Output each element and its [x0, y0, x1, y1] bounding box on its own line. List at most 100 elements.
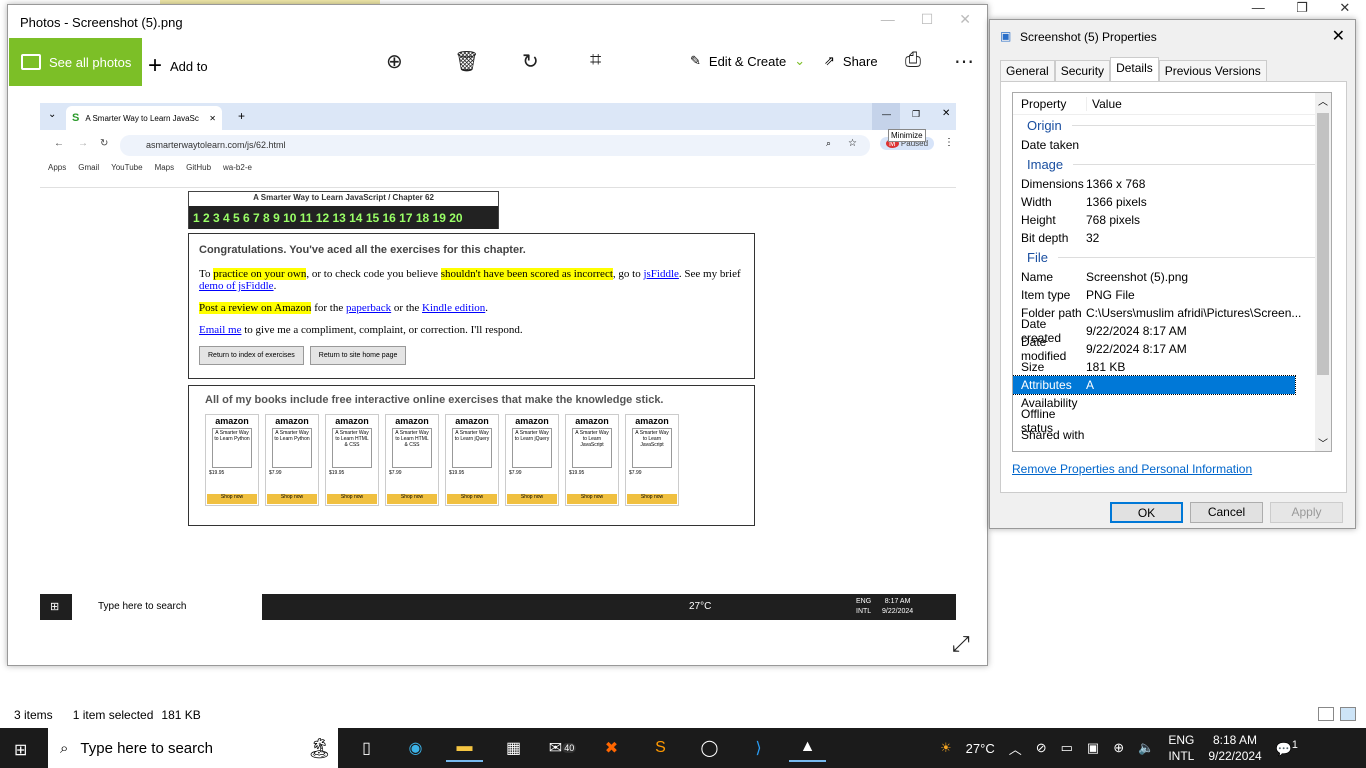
book-price: $19.95: [329, 470, 345, 476]
property-list[interactable]: Property Value Origin Date taken Image D…: [1012, 92, 1332, 452]
scroll-thumb[interactable]: [1317, 113, 1329, 375]
row-bit-depth[interactable]: Bit depth 32: [1013, 229, 1331, 247]
details-pane: Property Value Origin Date taken Image D…: [1000, 81, 1347, 493]
scrollbar[interactable]: ︿ ﹀: [1315, 93, 1331, 451]
globe-icon[interactable]: ⊕: [1113, 740, 1124, 756]
weather-icon[interactable]: ☀: [940, 740, 952, 756]
whatsapp-icon[interactable]: ◯: [691, 734, 728, 762]
crop-icon[interactable]: ⌗: [590, 49, 601, 72]
book-title: A Smarter Way to Learn Python: [212, 428, 252, 468]
tab-general[interactable]: General: [1000, 60, 1055, 82]
lang2: INTL: [856, 608, 872, 615]
row-shared-with[interactable]: Shared with: [1013, 430, 1331, 440]
row-attributes[interactable]: Attributes A: [1013, 375, 1296, 395]
large-icons-view-icon[interactable]: [1340, 707, 1356, 721]
remove-properties-link[interactable]: Remove Properties and Personal Informati…: [1012, 462, 1252, 476]
row-date-modified[interactable]: Date modified 9/22/2024 8:17 AM: [1013, 335, 1331, 363]
task-view-icon[interactable]: ▯: [348, 734, 385, 762]
tab-security[interactable]: Security: [1054, 60, 1111, 82]
print-icon[interactable]: ⎙: [905, 49, 921, 72]
expand-icon[interactable]: ⤢: [952, 631, 970, 657]
book-cover: amazon A Smarter Way to Learn HTML & CSS $…: [325, 414, 379, 506]
clock[interactable]: 8:18 AM 9/22/2024: [1208, 732, 1261, 764]
key: Dimensions: [1021, 177, 1084, 191]
add-to-button[interactable]: + Add to: [148, 52, 208, 80]
language-indicator[interactable]: ENG INTL: [1168, 732, 1194, 764]
close-icon[interactable]: ✕: [1332, 26, 1345, 46]
minimize-icon[interactable]: —: [881, 11, 895, 28]
book-price: $19.95: [209, 470, 225, 476]
share-button[interactable]: ⇗ Share: [824, 53, 878, 69]
tab-title: A Smarter Way to Learn JavaSc: [85, 113, 199, 123]
book-price: $19.95: [569, 470, 585, 476]
row-height[interactable]: Height 768 pixels: [1013, 211, 1331, 229]
mail-icon[interactable]: ✉ 40: [544, 734, 581, 762]
zoom-in-icon[interactable]: ⊕: [386, 49, 403, 74]
taskbar-search[interactable]: ⌕ Type here to search 🏝: [48, 728, 338, 768]
date: 9/22/2024: [882, 608, 914, 615]
row-date-taken[interactable]: Date taken: [1013, 136, 1331, 154]
photos-window: Photos - Screenshot (5).png — ☐ ✕ See al…: [7, 4, 988, 666]
book-title: A Smarter Way to Learn Python: [272, 428, 312, 468]
close-icon[interactable]: ✕: [1339, 0, 1350, 20]
vscode-icon[interactable]: ⟩: [740, 734, 777, 762]
row-dimensions[interactable]: Dimensions 1366 x 768: [1013, 175, 1331, 193]
restore-icon[interactable]: ❐: [1296, 0, 1308, 20]
volume-icon[interactable]: 🔈: [1138, 740, 1154, 756]
edge-icon[interactable]: ◉: [397, 734, 434, 762]
delete-icon[interactable]: 🗑: [454, 49, 479, 74]
properties-dialog: ▣ Screenshot (5) Properties ✕ General Se…: [989, 19, 1356, 529]
rotate-icon[interactable]: ↻: [522, 49, 539, 74]
col-value[interactable]: Value: [1086, 96, 1331, 111]
row-width[interactable]: Width 1366 pixels: [1013, 193, 1331, 211]
book-cover: amazon A Smarter Way to Learn JavaScript $…: [565, 414, 619, 506]
taskbar: ⊞ ⌕ Type here to search 🏝 ▯ ◉ ▬ ▦ ✉ 40 ✖ …: [0, 728, 1366, 768]
edit-create-button[interactable]: ✎ Edit & Create ⌄: [690, 53, 805, 69]
row-name[interactable]: Name Screenshot (5).png: [1013, 268, 1331, 286]
xampp-icon[interactable]: ✖: [593, 734, 630, 762]
see-all-photos-button[interactable]: See all photos: [9, 38, 142, 86]
minimize-icon[interactable]: —: [1252, 0, 1265, 20]
reload-icon: ↻: [100, 138, 109, 149]
amazon-logo: amazon: [635, 416, 669, 426]
chevron-up-icon[interactable]: ︿: [1009, 739, 1022, 758]
network-off-icon[interactable]: ⊘: [1036, 740, 1047, 756]
close-icon[interactable]: ✕: [959, 11, 971, 28]
details-view-icon[interactable]: [1318, 707, 1334, 721]
chevron-up-icon[interactable]: ︿: [1318, 93, 1328, 108]
photos-app-icon[interactable]: ▲: [789, 734, 826, 762]
file-explorer-icon[interactable]: ▬: [446, 734, 483, 762]
zoom-icon: ⌕: [826, 138, 832, 148]
apply-button[interactable]: Apply: [1270, 502, 1343, 523]
book-title: A Smarter Way to Learn jQuery: [452, 428, 492, 468]
shop-now-button: Shop now: [507, 494, 557, 504]
tab-details[interactable]: Details: [1110, 57, 1159, 82]
ok-button[interactable]: OK: [1110, 502, 1183, 523]
security-icon[interactable]: ▣: [1087, 740, 1099, 756]
file-icon: ▣: [1000, 29, 1012, 43]
row-item-type[interactable]: Item type PNG File: [1013, 286, 1331, 304]
col-property[interactable]: Property: [1013, 97, 1086, 111]
cancel-button[interactable]: Cancel: [1190, 502, 1263, 523]
store-icon[interactable]: ▦: [495, 734, 532, 762]
temperature[interactable]: 27°C: [966, 741, 995, 756]
sublime-icon[interactable]: S: [642, 734, 679, 762]
maximize-icon[interactable]: ☐: [921, 11, 934, 28]
value: PNG File: [1086, 288, 1135, 302]
chevron-down-icon[interactable]: ﹀: [1318, 435, 1328, 450]
row-offline-status[interactable]: Offline status: [1013, 407, 1331, 435]
text: for the: [311, 302, 346, 314]
text: .: [485, 302, 489, 314]
windows-start-icon[interactable]: ⊞: [14, 740, 27, 760]
key: Item type: [1021, 288, 1071, 302]
tab-previous-versions[interactable]: Previous Versions: [1158, 60, 1267, 82]
notification-icon[interactable]: 💬1: [1276, 739, 1298, 757]
book-cover: amazon A Smarter Way to Learn Python $7.99…: [265, 414, 319, 506]
see-all-label: See all photos: [49, 54, 132, 70]
amazon-logo: amazon: [515, 416, 549, 426]
row-size[interactable]: Size 181 KB: [1013, 358, 1331, 376]
plus-icon: +: [148, 52, 163, 79]
battery-icon[interactable]: ▭: [1061, 740, 1073, 756]
book-title: A Smarter Way to Learn jQuery: [512, 428, 552, 468]
more-icon[interactable]: ⋯: [954, 49, 974, 74]
